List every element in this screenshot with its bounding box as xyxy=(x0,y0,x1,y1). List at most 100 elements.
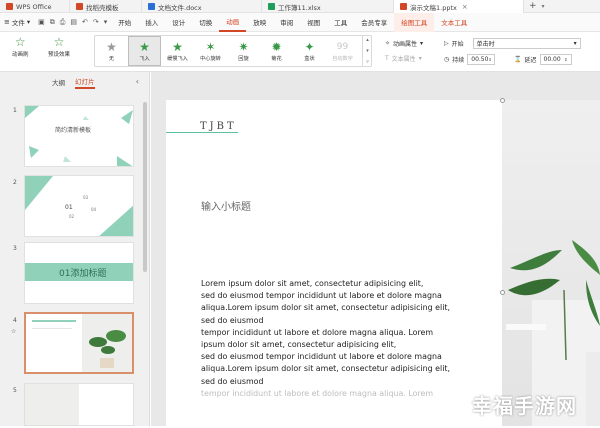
collapse-panel-icon[interactable]: ‹ xyxy=(136,77,139,86)
quick-access-toolbar: ▣ ⧉ ⎙ ▤ ↶ ↷ ▾ xyxy=(34,18,111,27)
slide-subtitle[interactable]: 输入小标题 xyxy=(201,198,251,213)
effect-center-spin[interactable]: ✶ 中心旋转 xyxy=(194,36,227,66)
chevron-down-icon[interactable]: ▾ xyxy=(366,48,369,54)
duration-row: ◷ 持续 00.50 ⇕ xyxy=(444,54,496,65)
presentation-icon xyxy=(400,3,407,10)
plant-photo-icon xyxy=(506,240,600,426)
tab-pptx[interactable]: 演示文稿1.pptx × xyxy=(394,0,524,13)
slides-panel: 大纲 幻灯片 ‹ 1 简约清新模板 2 01 03 02 04 3 01添加标题… xyxy=(0,72,150,426)
slide-brand[interactable]: TJBT xyxy=(200,121,237,132)
resize-handle[interactable] xyxy=(500,98,505,103)
chevron-up-icon[interactable]: ▴ xyxy=(366,37,369,43)
chevron-down-icon: ▾ xyxy=(418,55,422,62)
menu-bar: ≡ 文件 ▾ ▣ ⧉ ⎙ ▤ ↶ ↷ ▾ 开始 插入 设计 切换 动画 放映 审… xyxy=(0,12,600,32)
tab-slides[interactable]: 幻灯片 xyxy=(75,76,95,89)
animation-painter-button[interactable]: ☆ 动画刷 xyxy=(12,36,29,58)
animation-star-icon: ☆ xyxy=(11,328,17,335)
stepper-icon: ⇕ xyxy=(488,57,492,62)
chevron-down-icon: ▾ xyxy=(420,40,424,47)
slide-number: 3 xyxy=(13,245,17,252)
menu-tools[interactable]: 工具 xyxy=(327,13,354,32)
close-tab-icon[interactable]: × xyxy=(462,3,468,11)
menu-slideshow[interactable]: 放映 xyxy=(246,13,273,32)
panel-scrollbar[interactable] xyxy=(143,102,147,272)
effect-auto-number[interactable]: 99 自动数字 xyxy=(326,36,359,66)
menu-text-tools[interactable]: 文本工具 xyxy=(434,13,474,32)
tab-xlsx[interactable]: 工作簿11.xlsx xyxy=(262,0,394,13)
customize-icon[interactable]: ▾ xyxy=(104,18,108,26)
star-icon: ✹ xyxy=(271,39,282,54)
expand-icon[interactable]: ▿ xyxy=(366,59,369,65)
menu-insert[interactable]: 插入 xyxy=(138,13,165,32)
save-icon[interactable]: ▣ xyxy=(38,18,45,26)
slide-thumb-3[interactable]: 01添加标题 xyxy=(24,242,134,304)
slide-2-line: 04 xyxy=(91,207,97,212)
print-preview-icon[interactable]: ▤ xyxy=(70,18,77,26)
menu-design[interactable]: 设计 xyxy=(165,13,192,32)
brand-underline xyxy=(166,132,238,133)
chevron-down-icon: ▾ xyxy=(26,18,31,26)
menu-member[interactable]: 会员专享 xyxy=(354,13,394,32)
delay-input[interactable]: 00.00 ⇕ xyxy=(539,54,572,65)
clock-icon: ◷ xyxy=(444,56,450,63)
effect-slow-fly-in[interactable]: ★ 缓慢飞入 xyxy=(161,36,194,66)
resize-handle[interactable] xyxy=(500,290,505,295)
attr-icon: ✧ xyxy=(385,40,391,47)
tab-label: 找稻壳模板 xyxy=(86,3,119,12)
slide-thumb-5[interactable] xyxy=(24,383,134,426)
ribbon-tabs: 开始 插入 设计 切换 动画 放映 审阅 视图 工具 会员专享 绘图工具 文本工… xyxy=(111,12,474,32)
plant-icon xyxy=(89,330,126,368)
gallery-scroll[interactable]: ▴ ▾ ▿ xyxy=(362,35,372,67)
menu-transition[interactable]: 切换 xyxy=(192,13,219,32)
star-outline-icon: ☆ xyxy=(14,35,26,49)
menu-drawing-tools[interactable]: 绘图工具 xyxy=(394,12,435,32)
star-outline-icon: ☆ xyxy=(53,35,65,49)
menu-start[interactable]: 开始 xyxy=(111,13,138,32)
star-icon: ★ xyxy=(172,39,183,54)
template-icon xyxy=(76,3,83,10)
preset-effects-button[interactable]: ☆ 预设效果 xyxy=(48,36,70,58)
star-icon: ✷ xyxy=(238,39,249,54)
text-attr-button[interactable]: T 文本属性 ▾ xyxy=(385,54,422,63)
effect-fly-in[interactable]: ★ 飞入 xyxy=(128,36,161,66)
tab-template-store[interactable]: 找稻壳模板 xyxy=(70,0,142,13)
preset-effects-label: 预设效果 xyxy=(48,52,71,58)
effect-swivel[interactable]: ✷ 回旋 xyxy=(227,36,260,66)
slide-thumb-1[interactable]: 简约清新模板 xyxy=(24,105,134,167)
file-menu[interactable]: ≡ 文件 ▾ xyxy=(0,17,34,27)
chevron-down-icon[interactable]: ▾ xyxy=(542,0,545,12)
menu-review[interactable]: 审阅 xyxy=(273,13,300,32)
slide-2-title: 01 xyxy=(65,204,73,211)
export-icon[interactable]: ⧉ xyxy=(50,18,55,27)
menu-view[interactable]: 视图 xyxy=(300,13,327,32)
new-tab-button[interactable]: + xyxy=(524,0,542,12)
slide-photo[interactable] xyxy=(502,100,600,426)
effect-none[interactable]: ★ 无 xyxy=(95,36,128,66)
slide-number: 4 xyxy=(13,317,17,324)
print-icon[interactable]: ⎙ xyxy=(60,18,66,27)
title-bar: WPS Office 找稻壳模板 文档文件.docx 工作簿11.xlsx 演示… xyxy=(0,0,600,13)
file-menu-label: 文件 xyxy=(11,19,25,27)
star-icon: ✶ xyxy=(205,39,216,54)
start-select[interactable]: 单击时 ▾ xyxy=(472,38,581,49)
tab-docx[interactable]: 文档文件.docx xyxy=(142,0,262,13)
slide-body-text[interactable]: Lorem ipsum dolor sit amet, consectetur … xyxy=(201,278,481,400)
chevron-down-icon: ▾ xyxy=(573,40,577,47)
slide-3-title: 01添加标题 xyxy=(59,269,107,279)
slide-thumb-2[interactable]: 01 03 02 04 xyxy=(24,175,134,237)
animation-attr-button[interactable]: ✧ 动画属性 ▾ xyxy=(385,39,423,48)
effects-gallery: ★ 无 ★ 飞入 ★ 缓慢飞入 ✶ 中心旋转 ✷ 回旋 ✹ 菊花 ✦ 盒状 99 xyxy=(94,35,372,67)
tab-wps-office[interactable]: WPS Office xyxy=(0,0,70,13)
wps-logo-icon xyxy=(6,3,13,10)
menu-animation[interactable]: 动画 xyxy=(219,13,247,32)
tab-outline[interactable]: 大纲 xyxy=(52,77,65,87)
slide-4-text xyxy=(32,328,72,352)
undo-icon[interactable]: ↶ xyxy=(82,18,88,26)
effect-flower[interactable]: ✹ 菊花 xyxy=(260,36,293,66)
slide-thumb-4[interactable] xyxy=(24,312,134,374)
slide-4-line xyxy=(32,320,76,322)
effect-box[interactable]: ✦ 盒状 xyxy=(293,36,326,66)
redo-icon[interactable]: ↷ xyxy=(93,18,99,26)
duration-input[interactable]: 00.50 ⇕ xyxy=(467,54,496,65)
tab-label: 文档文件.docx xyxy=(158,3,202,12)
